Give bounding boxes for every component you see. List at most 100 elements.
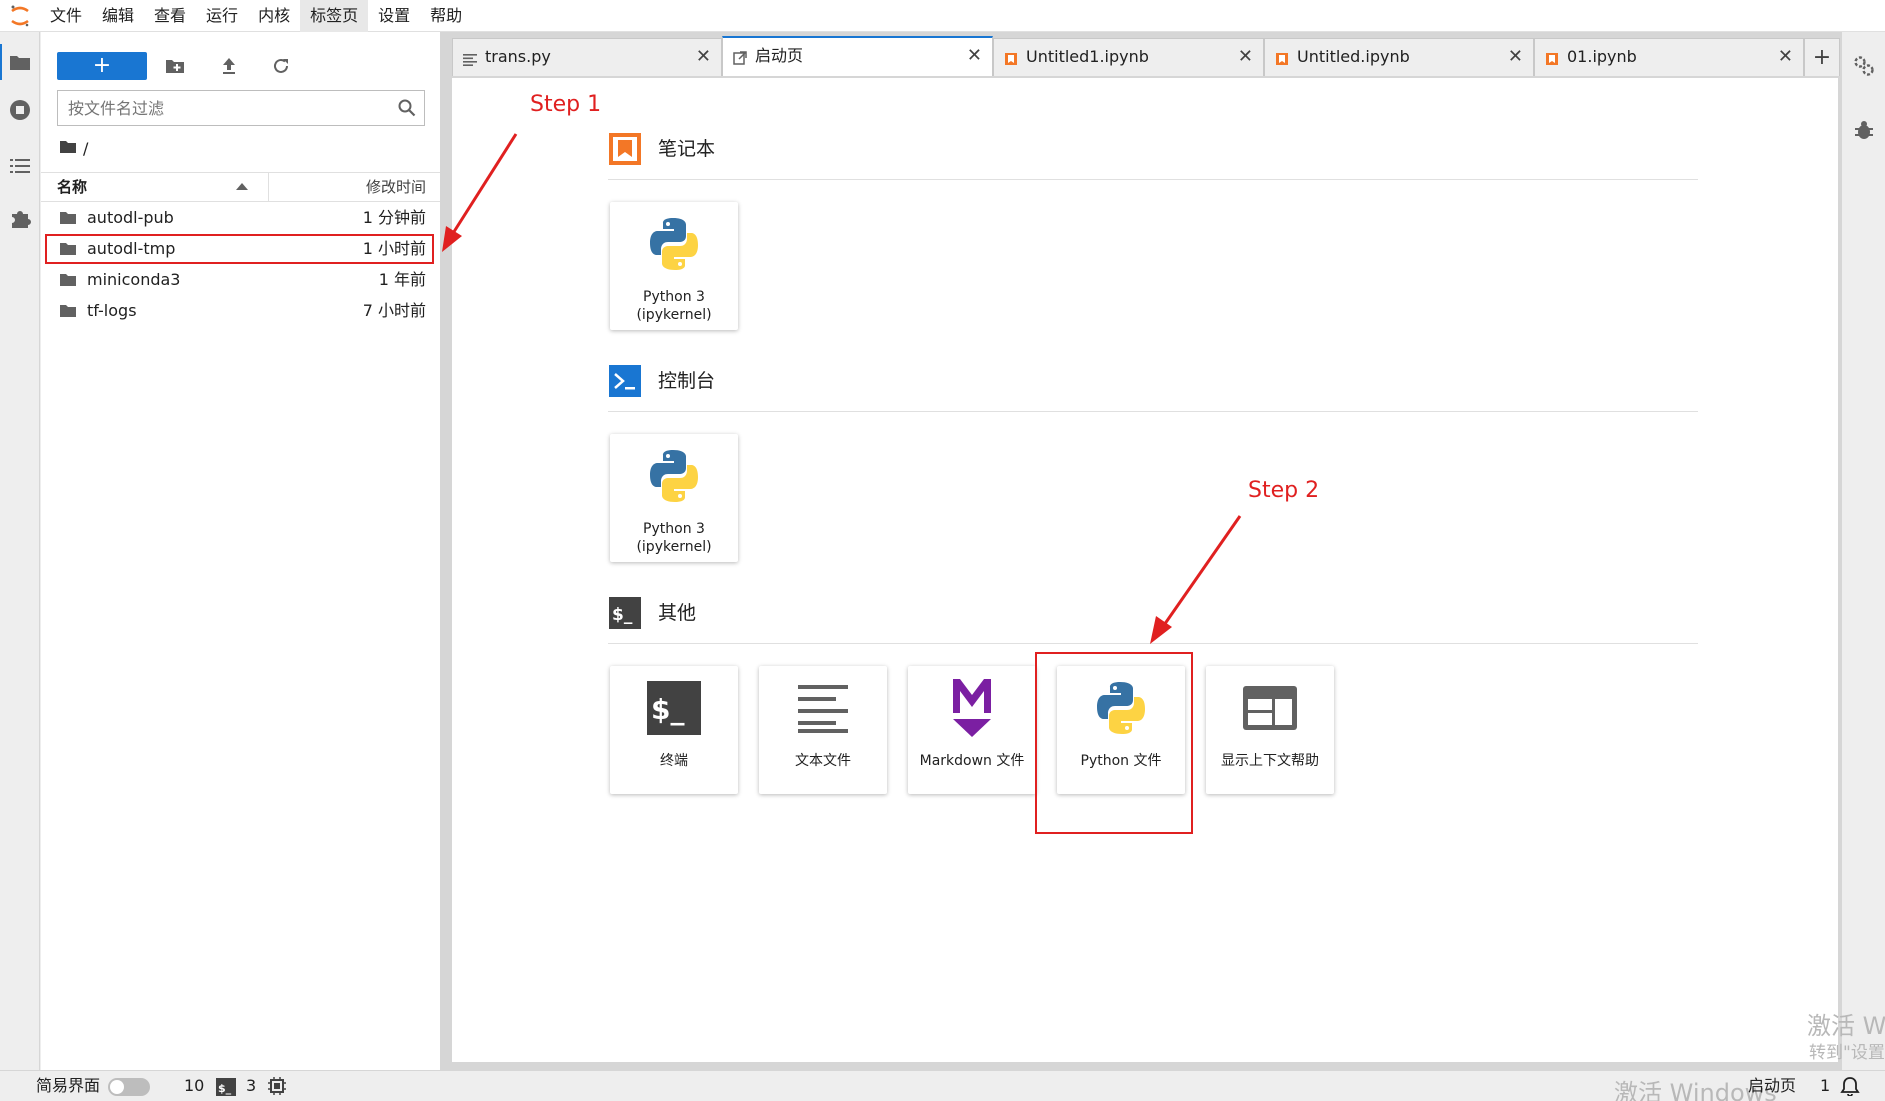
tab-label: Untitled1.ipynb (1026, 47, 1149, 66)
status-bar: 简易界面 10 $_ 3 激活 Windows 启动页 1 (0, 1070, 1885, 1101)
card-sublabel: (ipykernel) (636, 539, 712, 555)
tab-label: 启动页 (755, 46, 804, 65)
running-sessions-icon[interactable] (6, 96, 34, 124)
tab-label: Untitled.ipynb (1297, 47, 1410, 66)
context-help-icon (1230, 676, 1310, 740)
launcher-card-console-python3[interactable]: Python 3 (ipykernel) (610, 434, 738, 562)
debugger-bug-icon[interactable] (1850, 116, 1878, 144)
folder-icon[interactable] (0, 44, 34, 80)
card-sublabel: (ipykernel) (636, 307, 712, 323)
terminal-icon: $_ (634, 676, 714, 740)
activation-watermark-line1: 激活 W (1807, 1012, 1885, 1040)
svg-text:$_: $_ (612, 605, 633, 625)
simple-mode-toggle[interactable] (108, 1078, 150, 1096)
card-label: Python 3 (643, 521, 705, 537)
annotation-arrow-step-1 (442, 133, 518, 252)
annotation-step-2: Step 2 (1248, 478, 1320, 503)
tab-bar: trans.py ✕ 启动页 ✕ Untitled1.ipynb ✕ Untit… (448, 36, 1842, 76)
file-name: miniconda3 (87, 270, 181, 289)
menu-view[interactable]: 查看 (144, 0, 196, 32)
python-logo-icon (634, 444, 714, 508)
file-row[interactable]: miniconda3 1 年前 (41, 264, 440, 295)
home-folder-icon[interactable] (59, 139, 77, 158)
refresh-icon[interactable] (269, 54, 293, 78)
svg-text:$_: $_ (218, 1082, 232, 1095)
text-file-icon (463, 51, 477, 70)
file-filter-field[interactable] (57, 90, 425, 126)
tab-01-ipynb[interactable]: 01.ipynb ✕ (1534, 38, 1804, 76)
main-dock-area: trans.py ✕ 启动页 ✕ Untitled1.ipynb ✕ Untit… (442, 32, 1842, 1070)
notification-bell-icon[interactable] (1840, 1076, 1860, 1100)
folder-icon (59, 272, 77, 291)
add-tab-button[interactable]: + (1804, 38, 1840, 76)
kernels-count: 3 (246, 1076, 257, 1095)
section-notebook: 笔记本 (608, 126, 1698, 180)
python-logo-icon (634, 212, 714, 276)
column-divider[interactable] (268, 173, 269, 201)
notebook-icon (1545, 51, 1559, 70)
launcher-card-text-file[interactable]: 文本文件 (759, 666, 887, 794)
menu-help[interactable]: 帮助 (420, 0, 472, 32)
column-modified-header[interactable]: 修改时间 (366, 173, 426, 201)
folder-icon (59, 303, 77, 322)
close-icon[interactable]: ✕ (967, 47, 982, 65)
new-launcher-button[interactable]: + (57, 52, 147, 80)
menu-file[interactable]: 文件 (40, 0, 92, 32)
tab-label: 01.ipynb (1567, 47, 1637, 66)
file-row[interactable]: tf-logs 7 小时前 (41, 295, 440, 326)
launcher-card-notebook-python3[interactable]: Python 3 (ipykernel) (610, 202, 738, 330)
annotation-step-1: Step 1 (530, 92, 602, 117)
new-folder-icon[interactable] (163, 54, 187, 78)
other-section-icon: $_ (608, 596, 642, 630)
tab-untitled1-ipynb[interactable]: Untitled1.ipynb ✕ (993, 38, 1264, 76)
file-row[interactable]: autodl-pub 1 分钟前 (41, 202, 440, 233)
breadcrumb: / (59, 136, 88, 160)
file-listing-header: 名称 修改时间 (41, 172, 440, 202)
launcher-card-markdown-file[interactable]: Markdown 文件 (908, 666, 1036, 794)
kernel-chip-icon[interactable] (268, 1077, 286, 1099)
text-lines-icon (783, 676, 863, 740)
sort-ascending-icon (236, 183, 248, 190)
current-tab-status: 启动页 (1748, 1076, 1797, 1095)
terminal-status-icon[interactable]: $_ (216, 1078, 236, 1100)
launcher-card-terminal[interactable]: $_ 终端 (610, 666, 738, 794)
terminals-count: 10 (184, 1076, 205, 1095)
file-modified: 7 小时前 (362, 301, 426, 320)
tab-label: trans.py (485, 47, 551, 66)
left-activity-bar (0, 32, 40, 1070)
menu-run[interactable]: 运行 (196, 0, 248, 32)
folder-icon (59, 210, 77, 229)
close-icon[interactable]: ✕ (1238, 48, 1253, 66)
menu-edit[interactable]: 编辑 (92, 0, 144, 32)
card-label: 显示上下文帮助 (1221, 753, 1319, 769)
upload-icon[interactable] (217, 54, 241, 78)
tab-trans-py[interactable]: trans.py ✕ (452, 38, 722, 76)
search-icon (398, 99, 416, 121)
table-of-contents-icon[interactable] (6, 152, 34, 180)
tab-untitled-ipynb[interactable]: Untitled.ipynb ✕ (1264, 38, 1534, 76)
extension-puzzle-icon[interactable] (6, 204, 34, 232)
menu-settings[interactable]: 设置 (368, 0, 420, 32)
section-title: 其他 (658, 602, 697, 624)
menu-kernel[interactable]: 内核 (248, 0, 300, 32)
notebook-icon (1275, 51, 1289, 70)
simple-mode-label: 简易界面 (36, 1076, 101, 1095)
tab-launcher[interactable]: 启动页 ✕ (722, 36, 993, 76)
notebook-icon (1004, 51, 1018, 70)
file-name: autodl-pub (87, 208, 174, 227)
file-name: tf-logs (87, 301, 137, 320)
breadcrumb-root[interactable]: / (83, 139, 88, 158)
jupyter-logo-icon (0, 0, 40, 32)
property-inspector-icon[interactable] (1850, 52, 1878, 80)
launcher-card-context-help[interactable]: 显示上下文帮助 (1206, 666, 1334, 794)
close-icon[interactable]: ✕ (1778, 48, 1793, 66)
markdown-icon (932, 676, 1012, 740)
close-icon[interactable]: ✕ (1508, 48, 1523, 66)
card-label: 终端 (660, 753, 688, 769)
right-activity-bar (1842, 32, 1885, 1070)
close-icon[interactable]: ✕ (696, 48, 711, 66)
card-label: 文本文件 (795, 753, 851, 769)
annotation-highlight-python-file (1035, 652, 1193, 834)
file-filter-input[interactable] (58, 91, 378, 125)
menu-tabs[interactable]: 标签页 (300, 0, 369, 32)
